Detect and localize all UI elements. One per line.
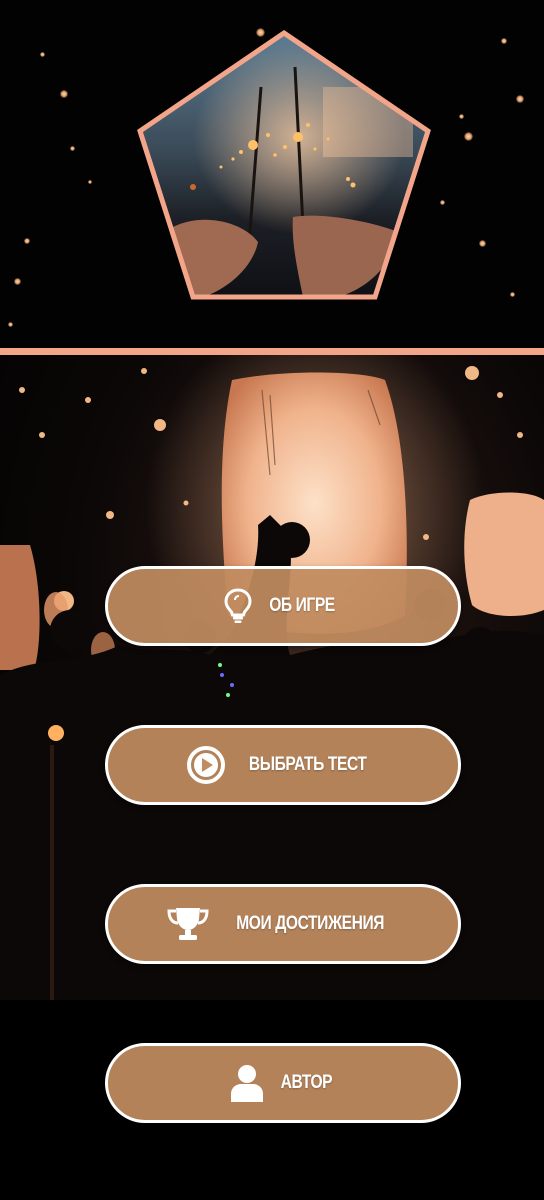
- author-label: АВТОР: [280, 1072, 332, 1093]
- author-button[interactable]: АВТОР: [105, 1043, 461, 1123]
- about-game-label: ОБ ИГРЕ: [269, 595, 335, 616]
- trophy-icon: [166, 905, 210, 943]
- header-section: [0, 0, 544, 348]
- sparklers-photo-frame: [137, 29, 431, 300]
- sparklers-image: [140, 33, 428, 297]
- choose-test-label: ВЫБРАТЬ ТЕСТ: [249, 754, 367, 775]
- lightbulb-icon: [224, 588, 252, 624]
- achievements-label: МОИ ДОСТИЖЕНИЯ: [236, 913, 384, 934]
- about-game-button[interactable]: ОБ ИГРЕ: [105, 566, 461, 646]
- user-icon: [229, 1063, 265, 1103]
- choose-test-button[interactable]: ВЫБРАТЬ ТЕСТ: [105, 725, 461, 805]
- play-circle-icon: [186, 745, 226, 785]
- achievements-button[interactable]: МОИ ДОСТИЖЕНИЯ: [105, 884, 461, 964]
- accent-divider: [0, 348, 544, 355]
